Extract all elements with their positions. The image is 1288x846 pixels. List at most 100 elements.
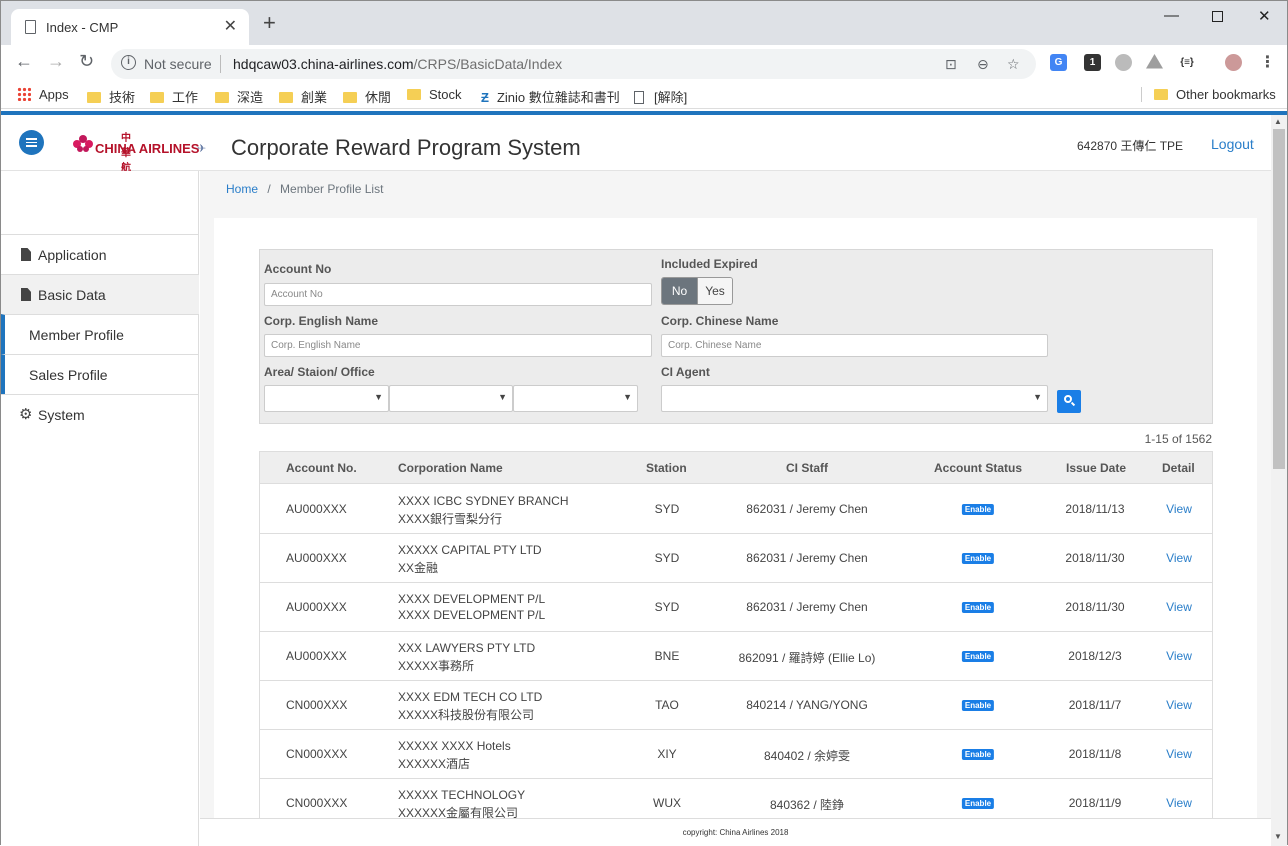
bookmark-star-icon[interactable]: ☆ [1007, 56, 1020, 73]
folder-icon [343, 92, 357, 103]
view-link[interactable]: View [1166, 551, 1192, 565]
sidebar-item-system[interactable]: ⚙ System [1, 394, 199, 434]
bookmark-folder-tech[interactable]: 技術 [87, 87, 135, 106]
extension-badge-icon[interactable]: 1 [1084, 54, 1101, 71]
folder-icon [215, 92, 229, 103]
bookmark-folder-work[interactable]: 工作 [150, 87, 198, 106]
cell-account-no: AU000XXX [286, 502, 347, 516]
bookmark-folder-stock[interactable]: Stock [407, 87, 462, 102]
toggle-yes-button[interactable]: Yes [697, 278, 732, 304]
table-row: CN000XXX XXXX EDM TECH CO LTD XXXXX科技股份有限公… [260, 681, 1212, 730]
status-badge: Enable [961, 602, 995, 613]
view-link[interactable]: View [1166, 502, 1192, 516]
status-badge: Enable [961, 651, 995, 662]
zinio-icon: Ƶ [481, 90, 489, 105]
hamburger-menu-icon[interactable] [19, 130, 44, 155]
bookmark-folder-leisure[interactable]: 休閒 [343, 87, 391, 106]
maximize-icon[interactable] [1212, 11, 1223, 22]
cell-account-no: AU000XXX [286, 600, 347, 614]
breadcrumb-current: Member Profile List [280, 182, 384, 196]
cell-ci-staff: 840362 / 陸錚 [769, 798, 845, 812]
translate-icon[interactable]: ⊡ [945, 56, 957, 73]
cell-corp-name-zh: XXXXX事務所 [398, 659, 475, 673]
sidebar-item-basic-data[interactable]: Basic Data [1, 274, 199, 314]
plane-icon: ✈ [197, 143, 207, 155]
search-button[interactable] [1057, 390, 1081, 413]
view-link[interactable]: View [1166, 600, 1192, 614]
view-link[interactable]: View [1166, 796, 1192, 810]
breadcrumb: Home / Member Profile List [226, 182, 383, 196]
table-row: CN000XXX XXXXX XXXX Hotels XXXXXX酒店 XIY 8404… [260, 730, 1212, 779]
bookmark-label: 工作 [172, 90, 199, 105]
status-badge: Enable [961, 749, 995, 760]
view-link[interactable]: View [1166, 747, 1192, 761]
eng-name-input[interactable]: Corp. English Name [264, 334, 652, 357]
scrollbar-thumb[interactable] [1273, 129, 1285, 469]
menu-kebab-icon[interactable]: ⋮ [1259, 54, 1276, 71]
profile-avatar[interactable] [1225, 54, 1242, 71]
minimize-icon[interactable]: — [1164, 7, 1179, 24]
chn-name-input[interactable]: Corp. Chinese Name [661, 334, 1048, 357]
cell-issue-date: 2018/11/8 [1068, 747, 1122, 761]
caret-down-icon: ▼ [498, 392, 507, 402]
zoom-icon[interactable]: ⊖ [977, 56, 989, 73]
url-text: hdqcaw03.china-airlines.com/CRPS/BasicDa… [233, 56, 562, 72]
info-icon[interactable]: i [121, 55, 136, 70]
bookmark-apps[interactable]: Apps [17, 87, 69, 102]
cell-issue-date: 2018/11/9 [1068, 796, 1122, 810]
logout-link[interactable]: Logout [1211, 136, 1254, 152]
account-no-input[interactable]: Account No [264, 283, 652, 306]
browser-tab[interactable]: Index - CMP ✕ [11, 9, 249, 45]
scrollbar[interactable]: ▲ ▼ [1271, 115, 1287, 846]
forward-icon[interactable]: → [47, 51, 65, 72]
sidebar-item-member-profile[interactable]: Member Profile [1, 314, 199, 354]
sidebar-item-sales-profile[interactable]: Sales Profile [1, 354, 199, 394]
extension-circle-icon[interactable] [1115, 54, 1132, 71]
back-icon[interactable]: ← [15, 51, 33, 72]
breadcrumb-home[interactable]: Home [226, 182, 258, 196]
table-row: AU000XXX XXXX ICBC SYDNEY BRANCH XXXX銀行雪梨分… [260, 485, 1212, 534]
area-select[interactable]: ▼ [264, 385, 389, 412]
cell-corp-name-en: XXXX DEVELOPMENT P/L [398, 592, 546, 606]
office-select[interactable]: ▼ [513, 385, 638, 412]
sidebar-item-label: Basic Data [38, 287, 106, 303]
station-select[interactable]: ▼ [389, 385, 513, 412]
cell-station: XIY [657, 747, 677, 761]
footer: copyright: China Airlines 2018 [200, 818, 1271, 846]
scroll-up-icon[interactable]: ▲ [1274, 117, 1282, 126]
folder-icon [1154, 89, 1168, 100]
new-tab-button[interactable]: + [263, 12, 276, 34]
status-badge: Enable [961, 798, 995, 809]
bookmark-label: Stock [429, 87, 462, 102]
cell-station: SYD [654, 502, 680, 516]
reload-icon[interactable]: ↻ [79, 51, 94, 72]
cell-corp-name-en: XXX LAWYERS PTY LTD [398, 641, 536, 655]
header-account-no: Account No. [286, 461, 357, 475]
address-bar[interactable]: i Not secure hdqcaw03.china-airlines.com… [111, 49, 1036, 79]
scroll-down-icon[interactable]: ▼ [1274, 832, 1282, 841]
ci-agent-select[interactable]: ▼ [661, 385, 1048, 412]
account-no-label: Account No [264, 262, 332, 276]
caret-down-icon: ▼ [1033, 392, 1042, 402]
status-badge: Enable [961, 700, 995, 711]
sidebar-item-application[interactable]: Application [1, 234, 199, 274]
close-window-icon[interactable]: ✕ [1258, 7, 1271, 25]
bookmark-folder-study[interactable]: 深造 [215, 87, 263, 106]
drive-ext-icon[interactable] [1146, 54, 1163, 69]
bookmark-unlock[interactable]: [解除] [634, 87, 687, 106]
bookmark-zinio[interactable]: Ƶ Zinio 數位雜誌和書刊 [481, 87, 641, 106]
main-content: Home / Member Profile List Account No Ac… [200, 171, 1271, 846]
toggle-no-button[interactable]: No [662, 278, 697, 304]
other-bookmarks[interactable]: Other bookmarks [1141, 87, 1276, 102]
cell-corp-name-zh: XXXX DEVELOPMENT P/L [398, 608, 546, 622]
sidebar: Application Basic Data Member Profile Sa… [1, 171, 199, 846]
apps-grid-icon [17, 87, 31, 101]
google-translate-ext-icon[interactable]: G [1050, 54, 1067, 71]
chn-name-label: Corp. Chinese Name [661, 314, 779, 328]
view-link[interactable]: View [1166, 649, 1192, 663]
view-link[interactable]: View [1166, 698, 1192, 712]
bookmark-folder-startup[interactable]: 創業 [279, 87, 327, 106]
json-ext-icon[interactable]: {≡} [1177, 54, 1197, 71]
folder-icon [407, 89, 421, 100]
close-tab-icon[interactable]: ✕ [224, 16, 237, 36]
